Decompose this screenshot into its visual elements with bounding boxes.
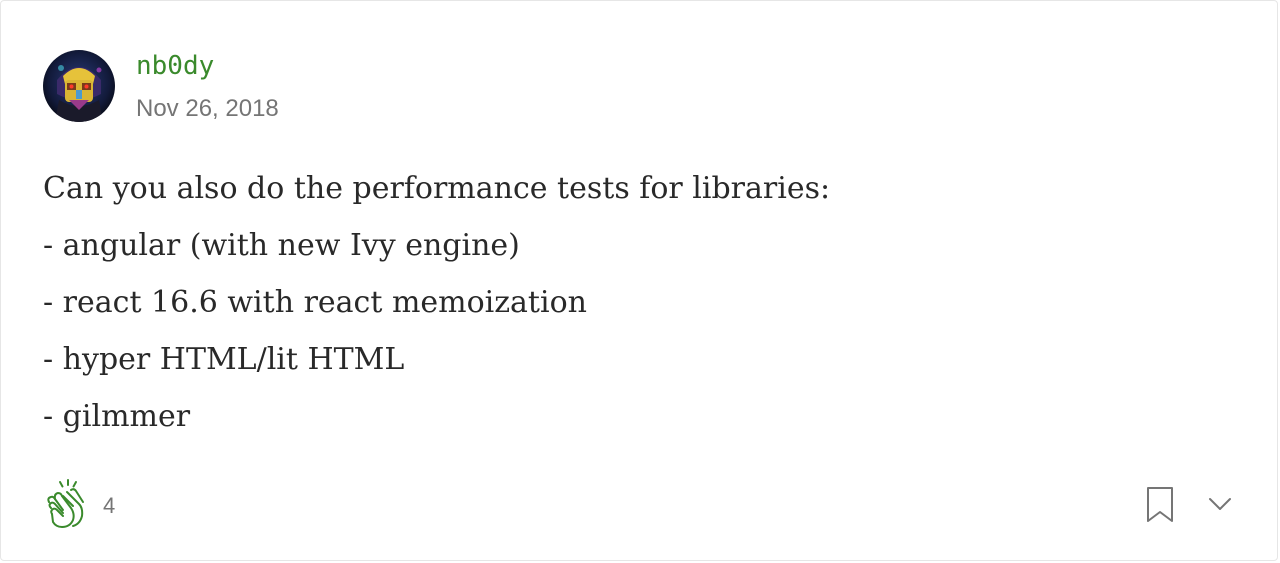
clap-count[interactable]: 4: [103, 491, 115, 521]
more-options-button[interactable]: [1205, 493, 1235, 517]
comment-date[interactable]: Nov 26, 2018: [136, 93, 279, 125]
avatar-image: [43, 50, 115, 122]
comment-line: - gilmmer: [43, 399, 191, 434]
comment-body: Can you also do the performance tests fo…: [43, 165, 1223, 450]
avatar[interactable]: [43, 50, 115, 122]
comment-card: nb0dy Nov 26, 2018 Can you also do the p…: [0, 0, 1278, 561]
comment-line: Can you also do the performance tests fo…: [43, 171, 831, 206]
comment-line: - hyper HTML/lit HTML: [43, 342, 405, 377]
bookmark-icon: [1147, 487, 1173, 522]
author-name[interactable]: nb0dy: [136, 49, 214, 83]
clap-icon: [47, 479, 84, 528]
comment-line: - angular (with new Ivy engine): [43, 228, 520, 263]
chevron-down-icon: [1209, 498, 1231, 510]
bookmark-button[interactable]: [1145, 486, 1175, 524]
clap-button[interactable]: [43, 478, 93, 530]
comment-line: - react 16.6 with react memoization: [43, 285, 587, 320]
